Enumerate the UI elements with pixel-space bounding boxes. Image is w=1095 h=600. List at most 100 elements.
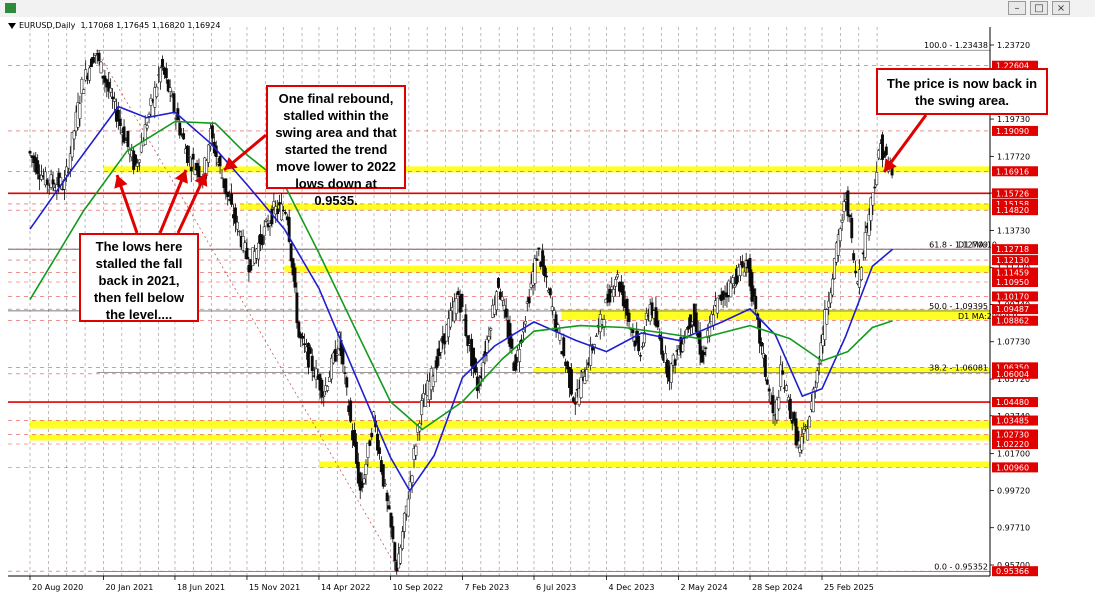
candle-body bbox=[230, 193, 234, 205]
candle-body bbox=[533, 258, 537, 284]
candle-body bbox=[808, 416, 811, 428]
price-tag-label: 1.00960 bbox=[996, 463, 1029, 472]
candle-body bbox=[585, 369, 589, 382]
collapse-arrow-icon[interactable] bbox=[8, 22, 16, 29]
candle-body bbox=[295, 292, 299, 324]
candle-body bbox=[137, 159, 141, 163]
candle-body bbox=[504, 308, 508, 318]
candle-body bbox=[838, 228, 842, 242]
candle-body bbox=[579, 377, 583, 399]
candle-body bbox=[802, 429, 806, 434]
candle-body bbox=[487, 336, 491, 341]
price-tag-label: 1.02730 bbox=[996, 431, 1029, 440]
x-tick-label: 4 Dec 2023 bbox=[608, 583, 654, 592]
x-tick-label: 20 Jan 2021 bbox=[105, 583, 153, 592]
candle-body bbox=[111, 96, 115, 99]
candle-body bbox=[435, 356, 439, 368]
x-tick-label: 10 Sep 2022 bbox=[392, 583, 443, 592]
candle-body bbox=[172, 93, 176, 113]
candle-body bbox=[767, 388, 771, 392]
candle-body bbox=[785, 385, 788, 391]
price-tag-label: 1.08862 bbox=[996, 317, 1029, 326]
candle-body bbox=[345, 377, 349, 388]
candle-body bbox=[779, 364, 783, 387]
candle-body bbox=[168, 87, 172, 92]
price-tag-label: 1.04480 bbox=[996, 398, 1029, 407]
candle-body bbox=[485, 339, 489, 353]
candle-body bbox=[535, 258, 539, 261]
candle-body bbox=[308, 347, 312, 354]
candle-body bbox=[464, 314, 468, 336]
candle-body bbox=[303, 343, 307, 346]
candle-body bbox=[740, 261, 744, 268]
candle-body bbox=[712, 314, 715, 327]
candle-body bbox=[283, 212, 287, 214]
candle-body bbox=[460, 293, 464, 308]
y-tick-label: 1.13730 bbox=[997, 226, 1030, 235]
candle-body bbox=[391, 526, 395, 540]
x-tick-label: 14 Apr 2022 bbox=[321, 583, 370, 592]
price-tag-label: 1.10170 bbox=[996, 292, 1029, 301]
candle-body bbox=[637, 335, 641, 352]
candle-body bbox=[815, 370, 819, 384]
candle-body bbox=[840, 220, 844, 223]
candle-body bbox=[614, 279, 618, 287]
y-tick-label: 1.01700 bbox=[997, 450, 1030, 459]
symbol-timeframe: EURUSD,Daily bbox=[19, 21, 76, 30]
candle-body bbox=[660, 338, 664, 355]
candle-body bbox=[164, 68, 168, 79]
candle-body bbox=[82, 89, 86, 94]
price-tag-label: 1.03485 bbox=[996, 417, 1029, 426]
candle-body bbox=[842, 201, 846, 212]
y-tick-label: 0.99720 bbox=[997, 486, 1030, 495]
candle-body bbox=[817, 363, 821, 365]
candle-body bbox=[497, 277, 500, 288]
candle-body bbox=[51, 179, 55, 185]
candle-body bbox=[518, 349, 522, 362]
candle-body bbox=[402, 512, 406, 532]
candle-body bbox=[122, 126, 126, 143]
candle-body bbox=[591, 347, 595, 351]
candle-body bbox=[523, 320, 527, 325]
fib-level-label: 50.0 - 1.09395 bbox=[929, 302, 988, 311]
candle-body bbox=[708, 322, 712, 337]
price-tag-label: 1.12718 bbox=[996, 245, 1029, 254]
candle-body bbox=[335, 353, 339, 356]
candle-body bbox=[257, 242, 260, 260]
candle-body bbox=[276, 208, 280, 215]
candle-body bbox=[510, 338, 514, 349]
candle-body bbox=[410, 475, 414, 484]
candle-body bbox=[454, 298, 458, 315]
y-tick-label: 1.17720 bbox=[997, 152, 1030, 161]
candle-body bbox=[185, 145, 189, 163]
candle-body bbox=[354, 441, 358, 464]
callout-price: The price is now back in the swing area. bbox=[876, 68, 1048, 115]
ohlc-values: 1.17068 1.17645 1.16820 1.16924 bbox=[80, 21, 221, 30]
candle-body bbox=[368, 440, 372, 446]
fib-level-label: 100.0 - 1.23438 bbox=[924, 41, 988, 50]
x-tick-label: 25 Feb 2025 bbox=[824, 583, 874, 592]
candle-body bbox=[831, 278, 835, 296]
candle-body bbox=[627, 312, 631, 322]
candle-body bbox=[182, 133, 186, 140]
candle-body bbox=[281, 209, 285, 212]
candle-body bbox=[537, 247, 541, 250]
candle-body bbox=[449, 310, 452, 328]
candle-body bbox=[884, 146, 888, 155]
candle-body bbox=[147, 113, 151, 117]
candle-body bbox=[91, 57, 95, 63]
candle-body bbox=[245, 247, 249, 260]
swing-zone bbox=[534, 367, 990, 374]
candle-body bbox=[765, 379, 769, 385]
candle-body bbox=[383, 483, 387, 486]
candle-body bbox=[689, 314, 692, 328]
candle-body bbox=[97, 52, 101, 62]
candle-body bbox=[612, 289, 616, 297]
candle-body bbox=[72, 130, 76, 140]
candle-body bbox=[527, 297, 531, 304]
price-tag-label: 1.19090 bbox=[996, 127, 1029, 136]
candle-body bbox=[387, 505, 391, 510]
candle-body bbox=[149, 98, 153, 106]
candle-body bbox=[414, 445, 418, 456]
candle-body bbox=[136, 162, 139, 167]
